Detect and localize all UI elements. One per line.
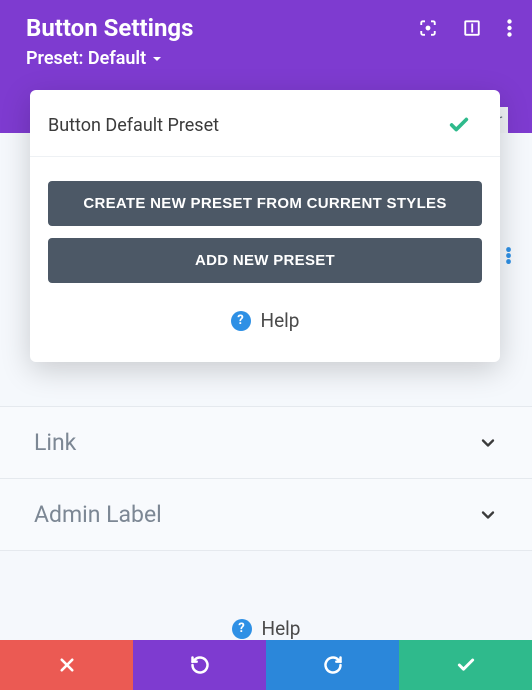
redo-button[interactable]: [266, 640, 399, 690]
header: Button Settings Preset: Defau: [0, 0, 532, 79]
header-icons: [419, 19, 512, 37]
preset-buttons: CREATE NEW PRESET FROM CURRENT STYLES AD…: [30, 157, 500, 283]
create-preset-button[interactable]: CREATE NEW PRESET FROM CURRENT STYLES: [48, 181, 482, 226]
confirm-button[interactable]: [399, 640, 532, 690]
bottom-help[interactable]: ? Help: [0, 617, 532, 640]
check-icon: [448, 114, 470, 136]
header-top-row: Button Settings: [26, 14, 512, 42]
accordion-admin-label[interactable]: Admin Label: [0, 479, 532, 551]
preset-popover: Button Default Preset CREATE NEW PRESET …: [30, 90, 500, 362]
accordion-link[interactable]: Link: [0, 407, 532, 479]
cancel-button[interactable]: [0, 640, 133, 690]
page-title: Button Settings: [26, 14, 193, 42]
preset-item-default[interactable]: Button Default Preset: [30, 90, 500, 157]
focus-icon[interactable]: [419, 19, 437, 37]
more-icon[interactable]: [507, 19, 512, 37]
preset-dropdown[interactable]: Preset: Default: [26, 48, 512, 69]
add-preset-button[interactable]: ADD NEW PRESET: [48, 238, 482, 283]
bottom-help-label: Help: [262, 617, 301, 640]
popover-help-label: Help: [261, 309, 300, 332]
action-bar: [0, 640, 532, 690]
undo-icon: [190, 655, 210, 675]
panel-icon[interactable]: [463, 19, 481, 37]
preset-label: Preset: Default: [26, 48, 146, 69]
accordion-link-label: Link: [34, 429, 76, 456]
overflow-dots-icon[interactable]: •••: [505, 248, 512, 266]
chevron-down-icon: [478, 505, 498, 525]
undo-button[interactable]: [133, 640, 266, 690]
popover-help[interactable]: ? Help: [30, 309, 500, 332]
accordion-list: Link Admin Label: [0, 406, 532, 551]
chevron-down-icon: [152, 54, 162, 64]
check-icon: [456, 655, 476, 675]
help-icon: ?: [231, 311, 251, 331]
help-icon: ?: [232, 619, 252, 639]
redo-icon: [323, 655, 343, 675]
preset-item-label: Button Default Preset: [48, 115, 219, 136]
chevron-down-icon: [478, 433, 498, 453]
accordion-admin-label-text: Admin Label: [34, 501, 162, 528]
close-icon: [58, 656, 76, 674]
